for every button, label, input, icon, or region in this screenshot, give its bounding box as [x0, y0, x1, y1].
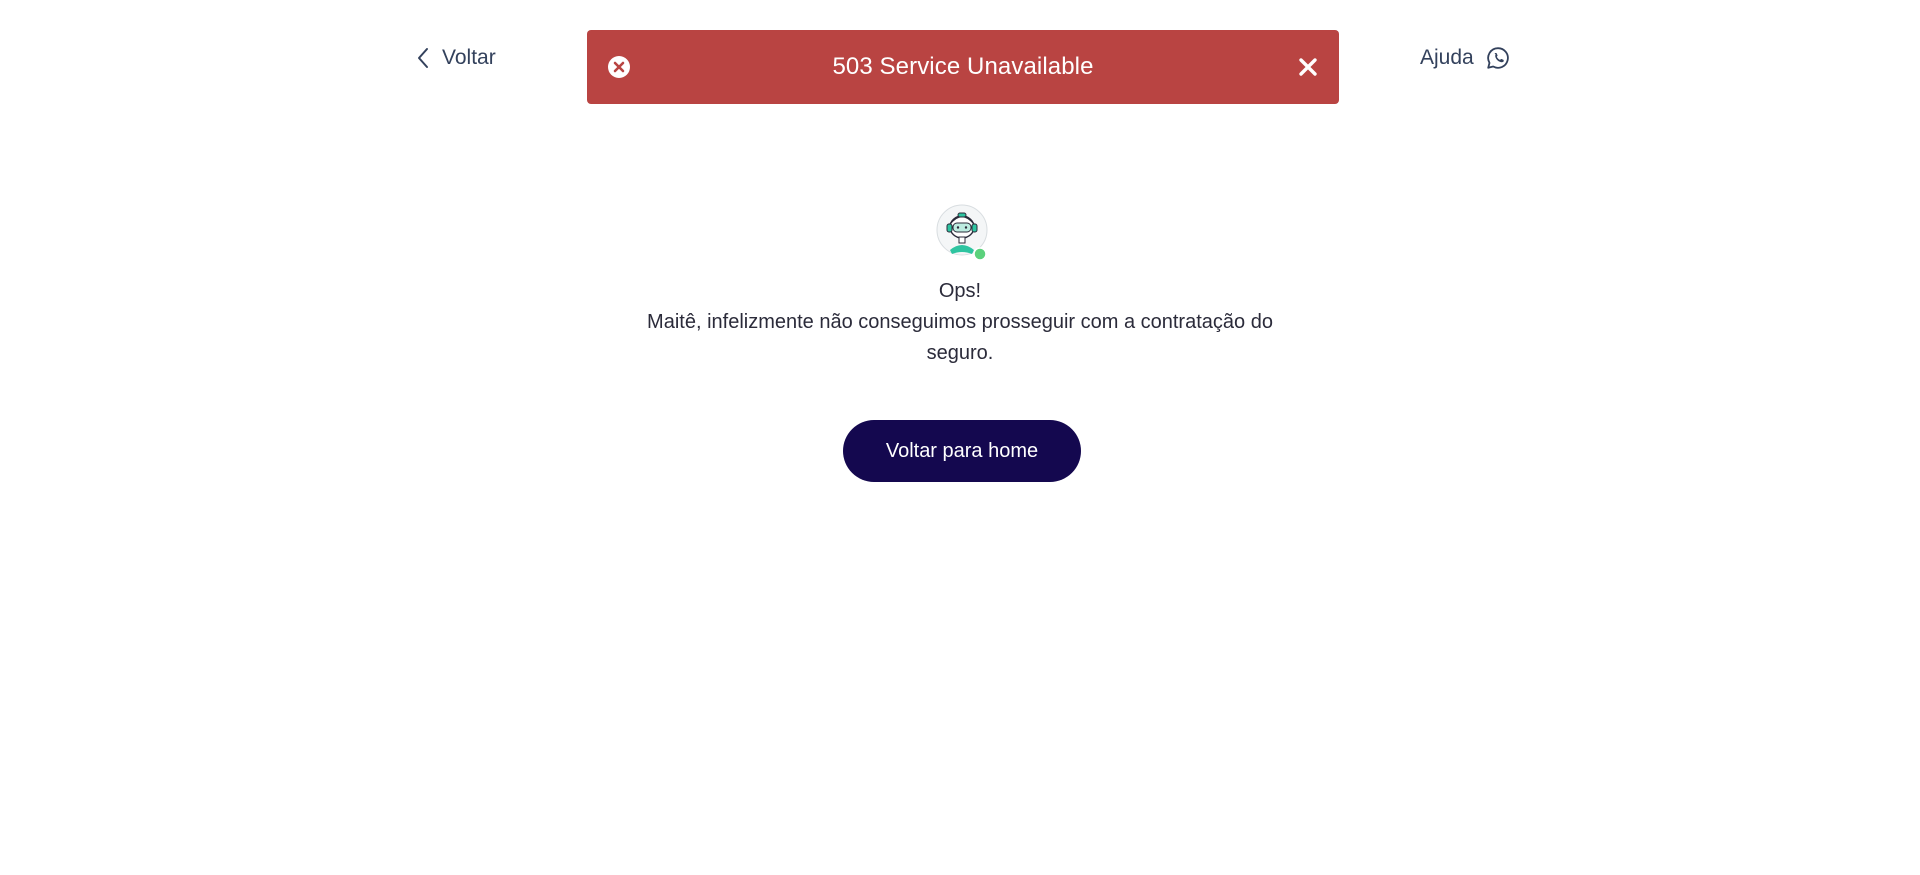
help-link[interactable]: Ajuda [1420, 44, 1510, 72]
error-circle-icon [608, 56, 630, 78]
back-to-home-button[interactable]: Voltar para home [843, 420, 1081, 482]
chevron-left-icon [418, 48, 428, 68]
toast-message: 503 Service Unavailable [832, 53, 1094, 80]
error-page: Voltar 503 Service Unavailable Ajuda Ops… [0, 0, 1920, 875]
back-link[interactable]: Voltar [416, 44, 496, 72]
back-link-label: Voltar [442, 46, 496, 69]
close-icon[interactable] [1295, 54, 1321, 80]
error-message-block: Ops! Maitê, infelizmente não conseguimos… [620, 276, 1300, 369]
help-link-label: Ajuda [1420, 46, 1474, 69]
error-toast: 503 Service Unavailable [587, 30, 1339, 104]
whatsapp-icon [1487, 47, 1509, 69]
error-title: Ops! [938, 280, 982, 302]
robot-assistant-avatar [936, 204, 988, 260]
error-description: Maitê, infelizmente não conseguimos pros… [647, 311, 1273, 364]
